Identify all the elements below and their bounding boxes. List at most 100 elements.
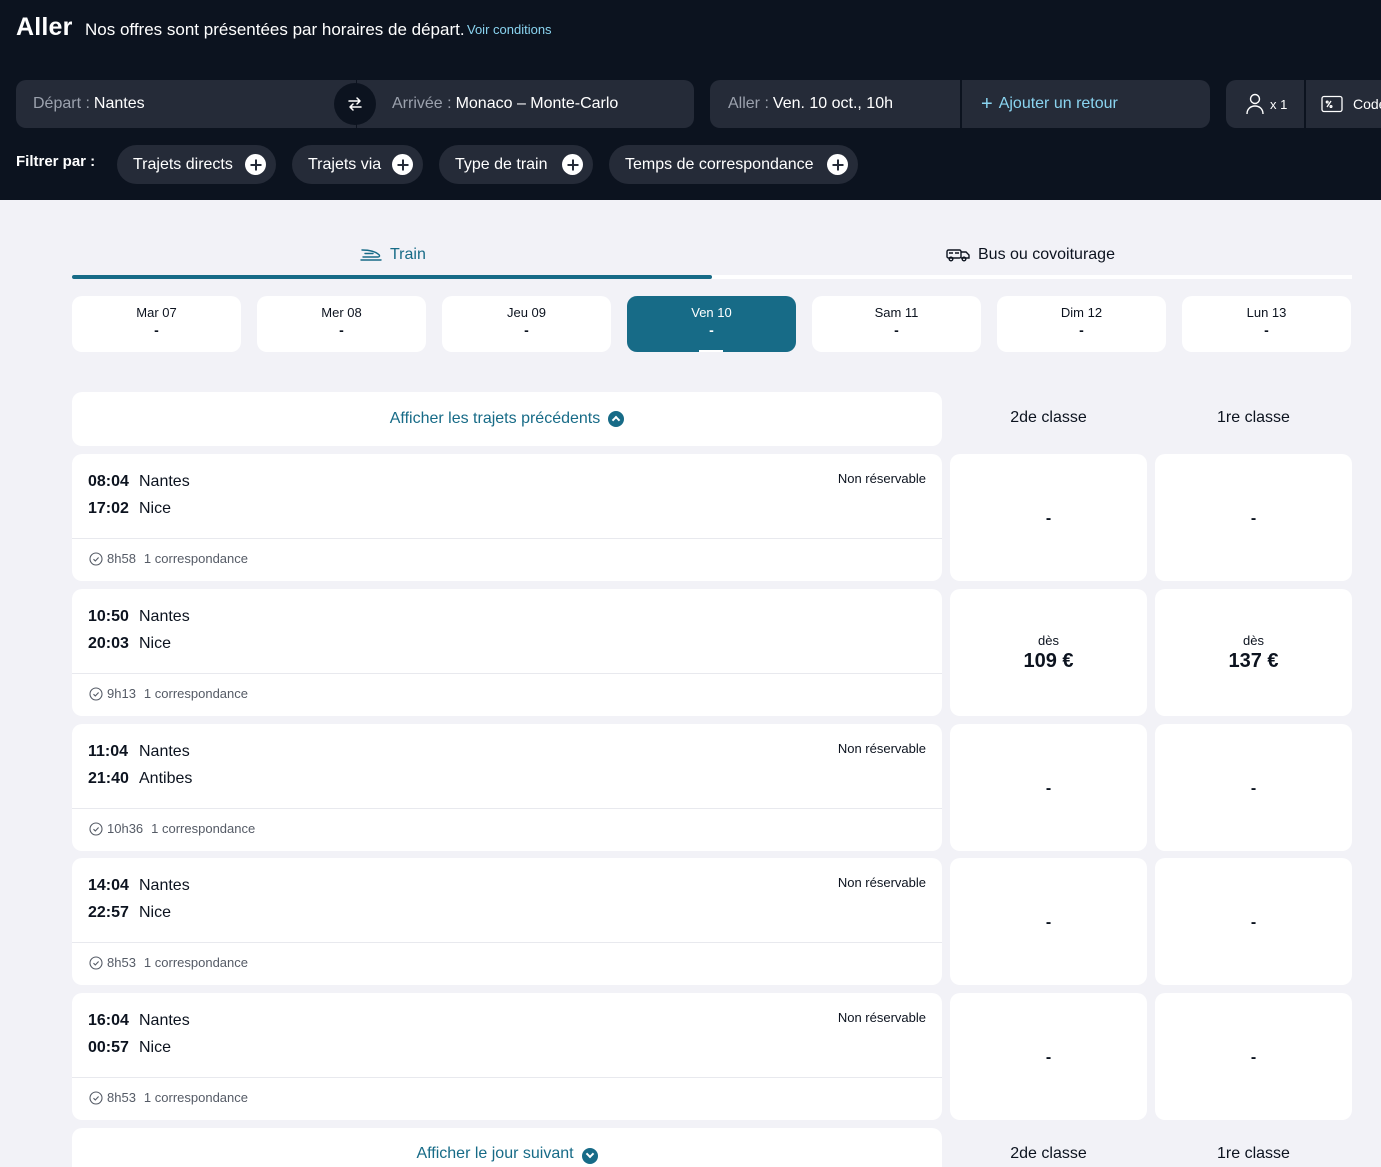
promo-code-label: Code [1353,96,1381,112]
date-price: - [1264,322,1269,338]
arrival-value: Monaco – Monte-Carlo [455,95,619,112]
filter-train-type[interactable]: Type de train [439,145,593,184]
tab-bus-carpool-label: Bus ou covoiturage [978,246,1115,263]
price-second-class[interactable]: - [950,858,1147,985]
trip-meta: 8h53 1 correspondance [89,1090,248,1105]
date-lun-13[interactable]: Lun 13 - [1182,296,1351,352]
discount-card-icon [1321,95,1343,113]
trip-departure: 10:50 Nantes [88,608,190,626]
tab-train[interactable]: Train [360,243,426,267]
arrival-time: 17:02 [88,500,129,517]
chevron-up-icon [608,411,625,427]
filter-via-trips[interactable]: Trajets via [292,145,423,184]
price-second-class[interactable]: - [950,993,1147,1120]
price-from-label: dès [1038,632,1059,648]
first-class-header: 1re classe [1217,409,1290,426]
date-label: Ven 10 [691,305,732,320]
plus-circle-icon [245,154,266,175]
departure-city: Nantes [139,877,190,894]
price-value: 137 € [1228,649,1279,672]
trip-departure: 11:04 Nantes [88,743,190,761]
price-second-class[interactable]: - [950,454,1147,581]
filter-direct-trips[interactable]: Trajets directs [117,145,276,184]
price-first-class[interactable]: - [1155,993,1352,1120]
arrival-field[interactable]: Arrivée : Monaco – Monte-Carlo [357,80,694,128]
price-second-class[interactable]: dès 109 € [950,589,1147,716]
price-value: - [1045,509,1052,527]
arrival-city: Nice [139,635,172,652]
clock-icon [89,1090,103,1105]
divider [72,673,942,674]
departure-field[interactable]: Départ : Nantes [16,80,356,128]
show-next-day-label: Afficher le jour suivant [416,1145,574,1162]
filter-direct-trips-label: Trajets directs [133,155,233,173]
outbound-date-value: Ven. 10 oct., 10h [772,95,893,112]
date-dim-12[interactable]: Dim 12 - [997,296,1166,352]
outbound-date-field[interactable]: Aller : Ven. 10 oct., 10h [710,80,960,128]
divider [72,538,942,539]
add-return-button[interactable]: + Ajouter un retour [962,80,1210,128]
trip-arrival: 21:40 Antibes [88,770,192,788]
swap-icon [348,97,362,111]
arrival-city: Nice [139,904,172,921]
date-price: - [894,322,899,338]
first-class-header: 1re classe [1217,1145,1290,1162]
date-ven-10[interactable]: Ven 10 - [627,296,796,352]
show-next-day-button[interactable]: Afficher le jour suivant [72,1128,942,1167]
plus-circle-icon [562,154,583,175]
train-icon [360,249,382,261]
price-value: - [1250,509,1257,527]
price-first-class[interactable]: dès 137 € [1155,589,1352,716]
trip-arrival: 17:02 Nice [88,500,171,518]
departure-time: 08:04 [88,473,129,490]
search-header: Aller Nos offres sont présentées par hor… [0,0,1381,200]
tab-bus-carpool[interactable]: Bus ou covoiturage [946,243,1115,267]
price-value: - [1250,913,1257,931]
date-mer-08[interactable]: Mer 08 - [257,296,426,352]
trip-card[interactable]: 14:04 Nantes 22:57 Nice Non réservable 8h5… [72,858,942,985]
show-previous-trips-label: Afficher les trajets précédents [389,410,601,427]
price-second-class[interactable]: - [950,724,1147,851]
non-bookable-tag: Non réservable [837,1010,926,1025]
departure-city: Nantes [139,608,190,625]
trip-connections: 1 correspondance [143,955,248,970]
passengers-count: x 1 [1270,96,1288,112]
add-return-label: Ajouter un retour [998,95,1118,112]
swap-stations-button[interactable] [334,83,376,125]
conditions-link[interactable]: Voir conditions [467,22,552,37]
passengers-field[interactable]: x 1 [1226,80,1304,128]
arrival-time: 22:57 [88,904,129,921]
show-previous-trips-button[interactable]: Afficher les trajets précédents [72,392,942,446]
price-first-class[interactable]: - [1155,454,1352,581]
non-bookable-tag: Non réservable [837,471,926,486]
price-value: - [1045,1048,1052,1066]
date-label: Mer 08 [321,305,362,320]
trip-card[interactable]: 11:04 Nantes 21:40 Antibes Non réservable … [72,724,942,851]
plus-circle-icon [392,154,413,175]
page-subtitle: Nos offres sont présentées par horaires … [85,20,465,39]
date-mar-07[interactable]: Mar 07 - [72,296,241,352]
clock-icon [89,551,103,566]
promo-code-field[interactable]: Code [1306,80,1381,128]
arrival-city: Antibes [139,770,193,787]
filter-connection-time[interactable]: Temps de correspondance [609,145,858,184]
arrival-city: Nice [139,500,172,517]
date-sam-11[interactable]: Sam 11 - [812,296,981,352]
trip-arrival: 22:57 Nice [88,904,171,922]
price-value: - [1250,779,1257,797]
trip-departure: 08:04 Nantes [88,473,190,491]
trip-card[interactable]: 16:04 Nantes 00:57 Nice Non réservable 8h5… [72,993,942,1120]
arrival-label: Arrivée : [392,95,452,112]
date-jeu-09[interactable]: Jeu 09 - [442,296,611,352]
trip-card[interactable]: 10:50 Nantes 20:03 Nice 9h13 1 corresponda… [72,589,942,716]
trip-duration: 8h58 [107,551,136,566]
departure-city: Nantes [139,473,190,490]
trip-duration: 9h13 [107,686,136,701]
date-label: Mar 07 [136,305,177,320]
date-price: - [1079,322,1084,338]
clock-icon [89,955,103,970]
price-first-class[interactable]: - [1155,724,1352,851]
price-first-class[interactable]: - [1155,858,1352,985]
price-value: 109 € [1023,649,1074,672]
trip-card[interactable]: 08:04 Nantes 17:02 Nice Non réservable 8h5… [72,454,942,581]
